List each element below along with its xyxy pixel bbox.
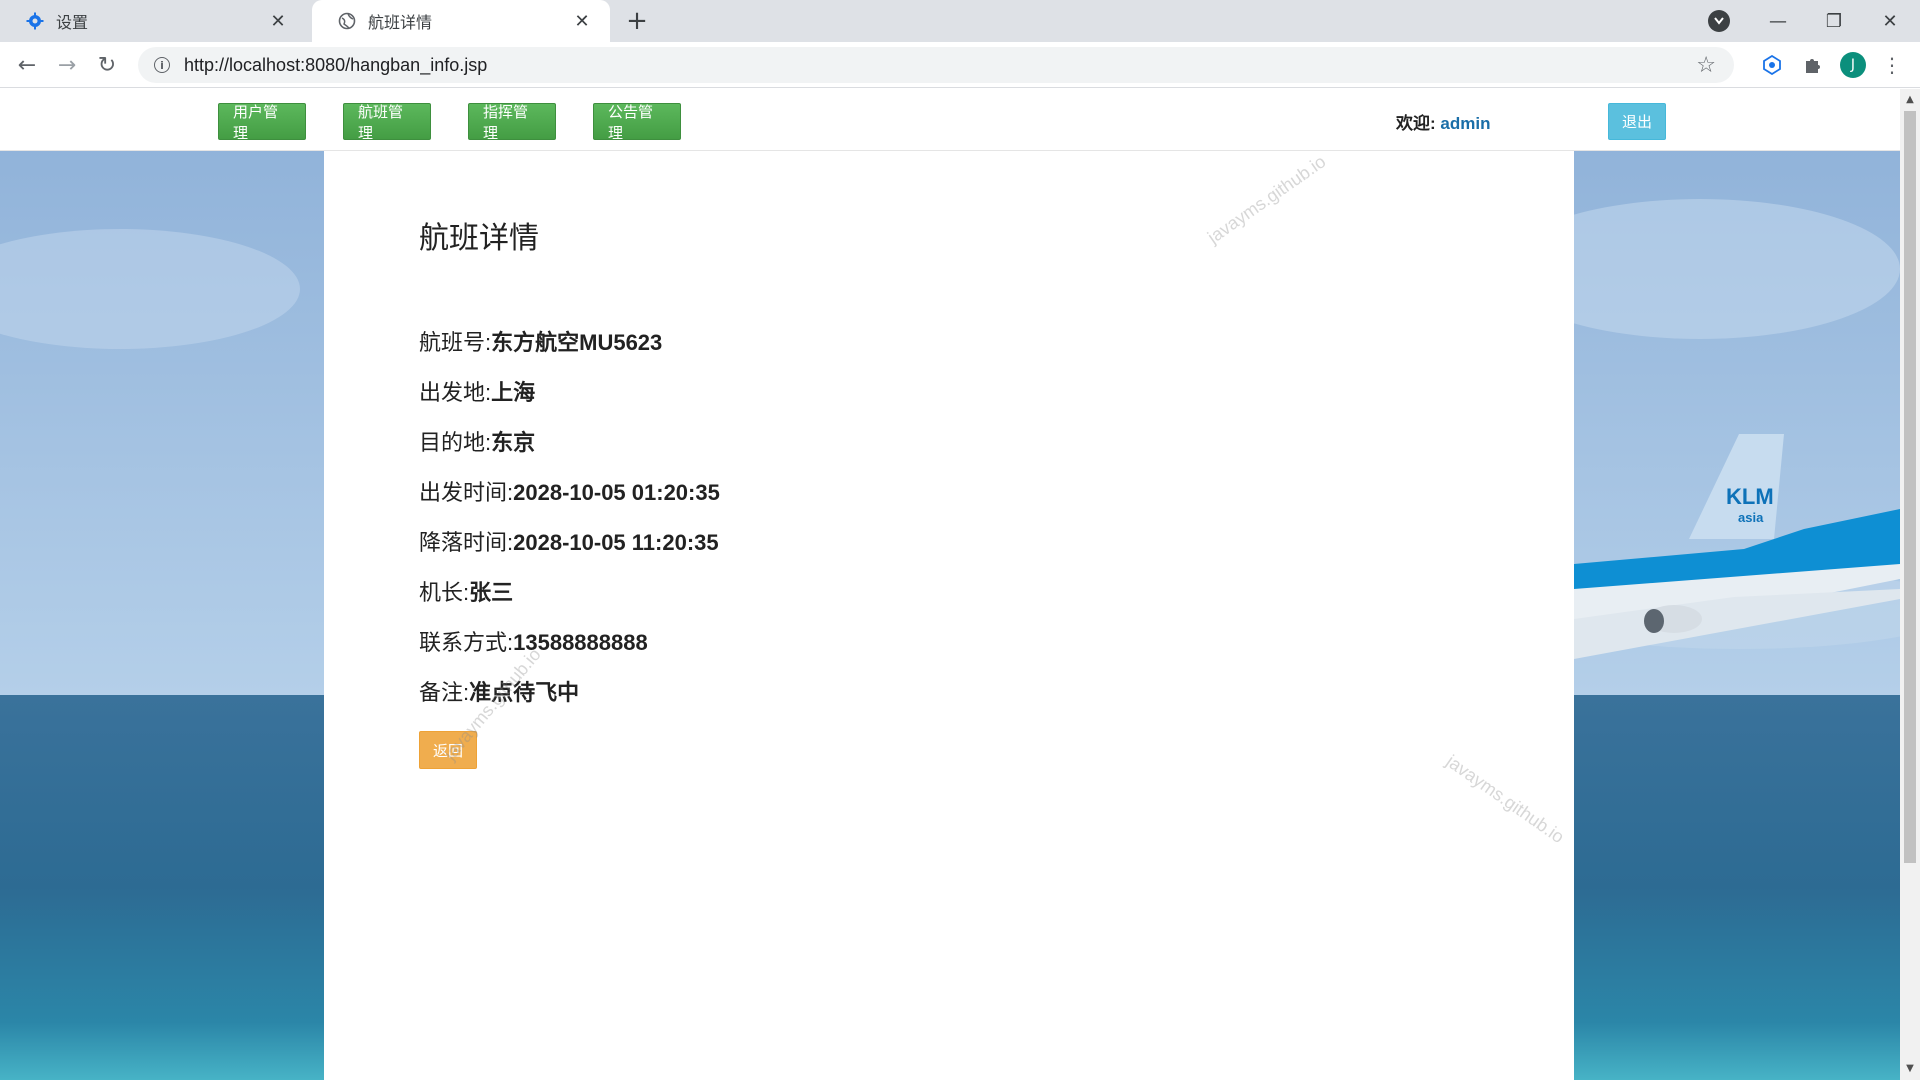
page-scrollbar[interactable]: ▲ ▼ <box>1900 89 1920 1080</box>
notice-management-button[interactable]: 公告管理 <box>593 103 681 142</box>
flight-management-button[interactable]: 航班管理 <box>343 103 431 142</box>
field-departure: 出发地:上海 <box>419 375 535 407</box>
field-label: 航班号: <box>419 330 492 355</box>
watermark: javayms.github.io <box>1204 151 1330 248</box>
field-captain: 机长:张三 <box>419 575 513 607</box>
extension-icon[interactable] <box>1758 51 1786 79</box>
watermark: javayms.github.io <box>1442 751 1568 848</box>
logout-button[interactable]: 退出 <box>1608 103 1666 140</box>
info-icon[interactable]: i <box>154 57 170 73</box>
username: admin <box>1440 114 1491 133</box>
tab-strip: 设置 ✕ 航班详情 ✕ + — ❐ ✕ <box>0 0 1920 42</box>
tab-flight-detail[interactable]: 航班详情 ✕ <box>312 0 610 42</box>
window-close-icon[interactable]: ✕ <box>1862 0 1918 42</box>
field-label: 备注: <box>419 680 470 705</box>
welcome-text: 欢迎: admin <box>1396 109 1490 134</box>
close-icon[interactable]: ✕ <box>268 11 288 32</box>
tab-title: 航班详情 <box>368 13 433 32</box>
scroll-up-arrow-icon[interactable]: ▲ <box>1900 91 1920 109</box>
tab-title: 设置 <box>56 13 89 32</box>
field-destination: 目的地:东京 <box>419 425 535 457</box>
field-label: 出发时间: <box>419 480 514 505</box>
profile-avatar[interactable]: J <box>1840 52 1866 78</box>
scrollbar-thumb[interactable] <box>1904 111 1916 863</box>
command-management-button[interactable]: 指挥管理 <box>468 103 556 142</box>
reload-icon[interactable]: ↻ <box>92 50 122 80</box>
klm-logo-text: KLM <box>1726 484 1774 509</box>
field-flight-number: 航班号:东方航空MU5623 <box>419 325 662 357</box>
tab-settings[interactable]: 设置 ✕ <box>0 0 306 42</box>
more-menu-icon[interactable]: ⋮ <box>1882 50 1902 80</box>
puzzle-icon[interactable] <box>1798 51 1826 79</box>
field-value: 2028-10-05 11:20:35 <box>513 530 719 555</box>
klm-asia-text: asia <box>1738 510 1764 525</box>
field-value: 东方航空MU5623 <box>491 330 663 355</box>
user-management-button[interactable]: 用户管理 <box>218 103 306 142</box>
page-viewport: KLM asia 用户管理 航班管理 指挥管理 公告管理 欢迎: admin 退… <box>0 89 1900 1080</box>
url-text[interactable]: http://localhost:8080/hangban_info.jsp <box>184 55 487 76</box>
minimize-icon[interactable]: — <box>1750 0 1806 42</box>
field-value: 2028-10-05 01:20:35 <box>513 480 720 505</box>
klm-plane-image: KLM asia <box>1574 434 1900 659</box>
back-arrow-icon[interactable]: ← <box>12 50 42 80</box>
field-departure-time: 出发时间:2028-10-05 01:20:35 <box>419 475 720 507</box>
close-icon[interactable]: ✕ <box>572 11 592 32</box>
welcome-label: 欢迎: <box>1396 114 1436 133</box>
tab-search-icon[interactable] <box>1708 10 1730 32</box>
flight-detail-panel: 航班详情 航班号:东方航空MU5623 出发地:上海 目的地:东京 出发时间:2… <box>324 151 1574 1080</box>
browser-toolbar: ← → ↻ i http://localhost:8080/hangban_in… <box>0 42 1920 88</box>
forward-arrow-icon[interactable]: → <box>52 50 82 80</box>
field-label: 联系方式: <box>419 630 514 655</box>
page-title: 航班详情 <box>419 221 539 256</box>
gear-icon <box>26 12 44 30</box>
address-bar[interactable]: i http://localhost:8080/hangban_info.jsp… <box>138 47 1734 83</box>
field-value: 上海 <box>491 380 536 405</box>
field-label: 目的地: <box>419 430 492 455</box>
field-label: 机长: <box>419 580 470 605</box>
restore-icon[interactable]: ❐ <box>1806 0 1862 42</box>
field-landing-time: 降落时间:2028-10-05 11:20:35 <box>419 525 719 557</box>
globe-icon <box>338 12 356 30</box>
field-value: 张三 <box>469 580 514 605</box>
new-tab-button[interactable]: + <box>622 6 652 36</box>
top-navbar: 用户管理 航班管理 指挥管理 公告管理 欢迎: admin 退出 <box>0 89 1900 151</box>
bookmark-star-icon[interactable]: ☆ <box>1696 53 1716 78</box>
field-value: 东京 <box>491 430 536 455</box>
field-label: 降落时间: <box>419 530 514 555</box>
scroll-down-arrow-icon[interactable]: ▼ <box>1900 1060 1920 1078</box>
field-label: 出发地: <box>419 380 492 405</box>
